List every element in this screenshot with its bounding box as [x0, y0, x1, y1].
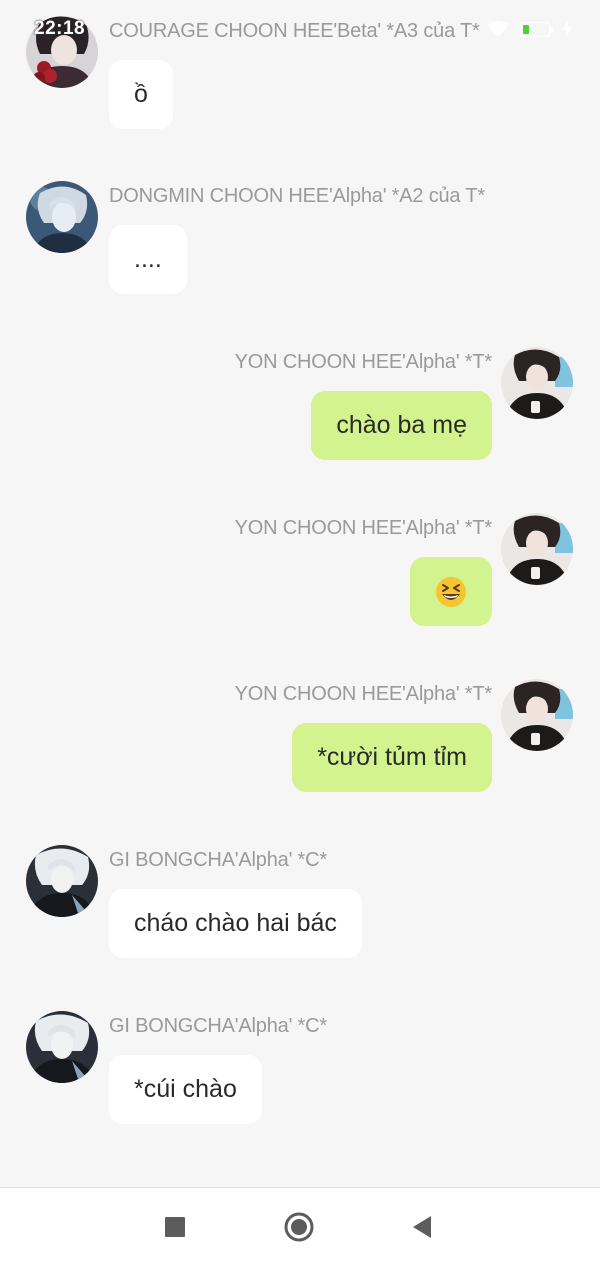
message-bubble[interactable]: ....: [109, 225, 187, 294]
sender-name: GI BONGCHA'Alpha' *C*: [109, 1015, 327, 1037]
recent-apps-button[interactable]: [165, 1217, 185, 1237]
message-bubble[interactable]: cháo chào hai bác: [109, 889, 362, 958]
sender-name: GI BONGCHA'Alpha' *C*: [109, 849, 327, 871]
avatar-dark-hair-black-jacket: [501, 347, 573, 419]
wifi-icon: [487, 21, 509, 37]
charging-icon: [562, 20, 572, 38]
avatar[interactable]: [26, 181, 98, 253]
home-button[interactable]: [284, 1212, 314, 1242]
sender-name: DONGMIN CHOON HEE'Alpha' *A2 của T*: [109, 185, 485, 207]
avatar[interactable]: [501, 347, 573, 419]
avatar-dark-hair-black-jacket: [501, 679, 573, 751]
avatar-white-hair-black-coat: [26, 845, 98, 917]
avatar[interactable]: [501, 679, 573, 751]
back-button[interactable]: [411, 1215, 433, 1239]
sender-name: YON CHOON HEE'Alpha' *T*: [234, 683, 493, 705]
status-time: 22:18: [34, 18, 86, 39]
message-bubble[interactable]: *cúi chào: [109, 1055, 262, 1124]
message-bubble[interactable]: [410, 557, 492, 626]
avatar[interactable]: [501, 513, 573, 585]
status-bar: 22:18: [0, 0, 600, 58]
message-bubble[interactable]: ồ: [109, 60, 173, 129]
grinning-squinting-face-emoji: [436, 577, 466, 607]
sender-name: YON CHOON HEE'Alpha' *T*: [234, 351, 493, 373]
avatar-dark-hair-black-jacket: [501, 513, 573, 585]
avatar[interactable]: [26, 845, 98, 917]
battery-icon: [520, 22, 553, 37]
avatar-silver-hair-blue: [26, 181, 98, 253]
message-bubble[interactable]: chào ba mẹ: [311, 391, 492, 460]
sender-name: YON CHOON HEE'Alpha' *T*: [234, 517, 493, 539]
navigation-bar: [0, 1187, 600, 1268]
avatar-white-hair-black-coat: [26, 1011, 98, 1083]
avatar[interactable]: [26, 1011, 98, 1083]
message-bubble[interactable]: *cười tủm tỉm: [292, 723, 492, 792]
